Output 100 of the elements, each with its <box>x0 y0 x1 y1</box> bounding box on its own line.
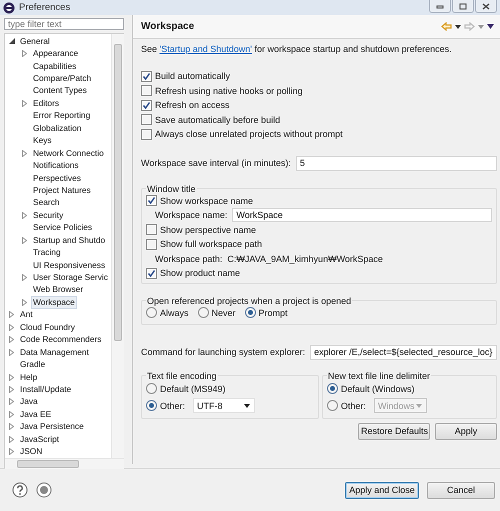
command-field[interactable]: explorer /E,/select=${selected_resource_loc} <box>310 344 497 360</box>
radio-label: Never <box>212 308 236 318</box>
group-title: New text file line delimiter <box>326 370 431 380</box>
horizontal-scrollbar[interactable] <box>5 458 124 469</box>
checkbox-label: Show full workspace path <box>160 239 262 250</box>
tree-item[interactable]: Search <box>31 196 62 210</box>
path-value: C:₩JAVA_9AM_kimhyun₩WorkSpace <box>227 254 383 264</box>
startup-link[interactable]: 'Startup and Shutdown' <box>160 44 252 54</box>
tree-item[interactable]: User Storage Servic <box>31 271 110 284</box>
tree-item[interactable]: Install/Update <box>18 382 74 396</box>
checkbox-label: Refresh using native hooks or polling <box>155 86 303 96</box>
checkbox[interactable] <box>146 238 157 250</box>
minimize-button[interactable] <box>429 0 451 13</box>
radio-label: Prompt <box>258 308 288 318</box>
radio-button[interactable] <box>146 400 157 411</box>
radio-label: Other: <box>160 400 186 410</box>
tree-item[interactable]: JavaScript <box>18 432 62 446</box>
close-button[interactable] <box>475 0 497 13</box>
radio-label: Default (MS949) <box>160 384 226 394</box>
checkbox[interactable] <box>141 114 152 126</box>
button[interactable]: Restore Defaults <box>358 422 430 440</box>
radio-button[interactable] <box>146 383 157 394</box>
window-title: Preferences <box>19 2 70 13</box>
checkbox[interactable] <box>141 70 152 82</box>
filter-field[interactable]: type filter text <box>4 18 124 30</box>
checkbox[interactable] <box>146 224 157 236</box>
maximize-button[interactable] <box>452 0 474 13</box>
checkbox-label: Refresh on access <box>155 100 230 110</box>
tree-item[interactable]: Perspectives <box>31 172 83 185</box>
app-icon <box>3 2 15 14</box>
tree-item[interactable]: Network Connectio <box>31 146 106 160</box>
checkbox-label: Show perspective name <box>160 224 256 235</box>
checkbox-label: Build automatically <box>155 71 230 82</box>
checkbox[interactable] <box>141 85 152 96</box>
tree-item[interactable]: Java Persistence <box>18 420 86 434</box>
tree-item[interactable]: UI Responsiveness <box>31 258 108 272</box>
minimize-icon <box>436 3 444 9</box>
caret-icon <box>244 404 250 408</box>
record-icon[interactable] <box>36 482 52 498</box>
description-text: See 'Startup and Shutdown' for workspace startup and shutdown preferences. <box>141 43 453 56</box>
tree-item[interactable]: Editors <box>31 96 62 110</box>
tree-item[interactable]: JSON <box>18 445 44 458</box>
button[interactable]: Apply <box>435 422 497 440</box>
group-title: Open referenced projects when a project is opened <box>146 296 352 306</box>
tree-item[interactable]: Service Policies <box>31 221 94 234</box>
tree-item[interactable]: Appearance <box>31 47 80 60</box>
radio-button[interactable] <box>198 307 209 318</box>
button[interactable]: Apply and Close <box>345 482 419 498</box>
tree-item[interactable]: Help <box>18 370 40 384</box>
checkbox-label: Always close unrelated projects without prompt <box>155 129 343 140</box>
checkbox[interactable] <box>146 268 157 279</box>
radio-button[interactable] <box>326 400 338 411</box>
checkbox[interactable] <box>141 100 152 111</box>
dropdown[interactable]: UTF-8 <box>193 398 256 413</box>
tree-item[interactable]: Globalization <box>31 122 84 135</box>
tree-item[interactable]: Code Recommenders <box>18 333 104 346</box>
checkbox[interactable] <box>141 128 152 140</box>
tree-item[interactable]: Java <box>18 395 40 408</box>
page-title: Workspace <box>141 21 194 32</box>
tree-item[interactable]: Cloud Foundry <box>18 320 77 334</box>
button[interactable]: Cancel <box>427 482 495 498</box>
vertical-scrollbar[interactable] <box>111 34 124 458</box>
tree-item[interactable]: Keys <box>31 134 54 148</box>
tree-item[interactable]: Notifications <box>31 159 81 172</box>
tree-item[interactable]: Security <box>31 208 66 222</box>
tree-item[interactable]: Workspace <box>31 296 77 309</box>
menu-icon[interactable] <box>487 24 494 29</box>
expanded-arrow-icon[interactable] <box>9 38 18 44</box>
tree-item[interactable]: Ant <box>18 308 35 322</box>
field-label: Workspace path: <box>155 254 222 264</box>
tree-item[interactable]: Gradle <box>18 358 48 372</box>
name-field[interactable]: WorkSpace <box>232 208 492 222</box>
dropdown-icon[interactable] <box>455 24 461 28</box>
radio-button[interactable] <box>326 383 338 394</box>
checkbox-label: Save automatically before build <box>155 114 280 125</box>
tree-item[interactable]: Startup and Shutdo <box>31 234 108 247</box>
maximize-icon <box>459 2 467 10</box>
radio-button[interactable] <box>146 307 157 318</box>
group-title: Text file encoding <box>146 370 218 380</box>
field-label: Command for launching system explorer: <box>141 347 306 357</box>
checkbox-label: Show workspace name <box>160 196 254 206</box>
tree-item[interactable]: Project Natures <box>31 184 93 197</box>
checkbox-label: Show product name <box>160 268 240 278</box>
tree-item[interactable]: Capabilities <box>31 60 78 73</box>
radio-label: Default (Windows) <box>340 384 414 394</box>
tree-item[interactable]: Compare/Patch <box>31 72 94 86</box>
checkbox[interactable] <box>146 195 157 206</box>
tree-item[interactable]: General <box>18 34 52 48</box>
caret-icon <box>416 404 422 408</box>
tree-item[interactable]: Content Types <box>31 84 89 98</box>
interval-field[interactable]: 5 <box>296 156 497 170</box>
close-icon <box>482 2 490 10</box>
tree-item[interactable]: Java EE <box>18 408 54 421</box>
help-icon[interactable] <box>12 482 28 498</box>
tree-item[interactable]: Data Management <box>18 346 91 359</box>
radio-label: Other: <box>340 400 366 410</box>
tree-item[interactable]: Error Reporting <box>31 109 92 122</box>
tree-item[interactable]: Web Browser <box>31 283 86 296</box>
tree-item[interactable]: Tracing <box>31 246 63 260</box>
radio-button[interactable] <box>244 307 256 318</box>
